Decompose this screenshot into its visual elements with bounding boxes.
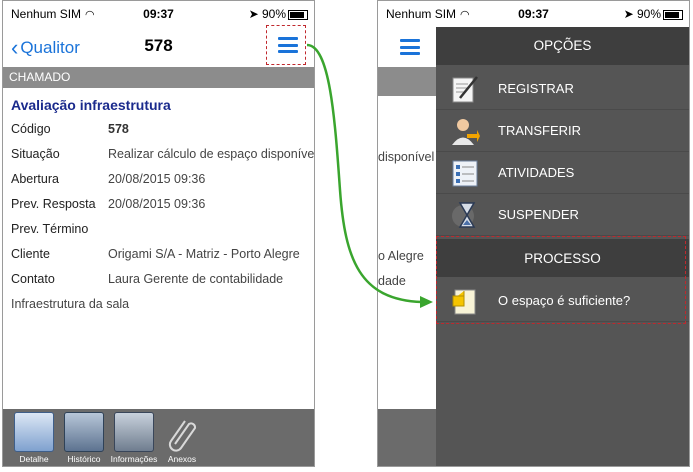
annotation-arrow <box>306 43 433 308</box>
